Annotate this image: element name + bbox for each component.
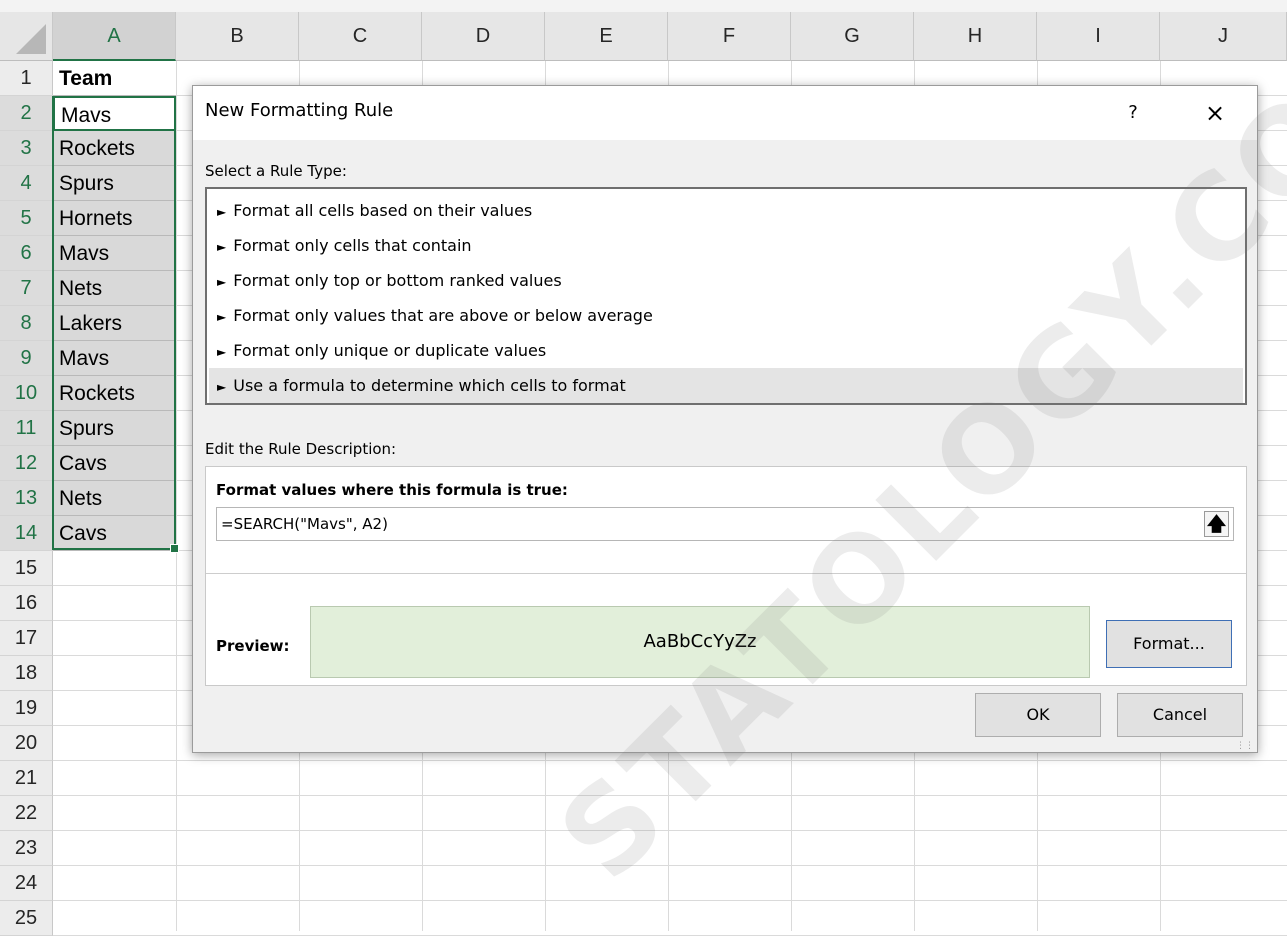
row-header[interactable]: 14 xyxy=(0,516,53,551)
triangle-right-icon: ► xyxy=(217,275,227,289)
preview-box: AaBbCcYyZz xyxy=(310,606,1090,678)
column-header-e[interactable]: E xyxy=(545,12,668,61)
close-button[interactable]: × xyxy=(1198,96,1232,130)
rule-type-label: Format only top or bottom ranked values xyxy=(233,271,562,290)
help-button[interactable]: ? xyxy=(1118,96,1148,130)
up-arrow-icon: 🡅 xyxy=(1206,513,1227,535)
row-gridline xyxy=(53,866,1287,901)
row-header[interactable]: 8 xyxy=(0,306,53,341)
column-header-b[interactable]: B xyxy=(176,12,299,61)
row-header[interactable]: 6 xyxy=(0,236,53,271)
select-all-corner[interactable] xyxy=(0,12,53,61)
cancel-button[interactable]: Cancel xyxy=(1117,693,1243,737)
edit-description-label: Edit the Rule Description: xyxy=(205,440,397,458)
column-a-cell[interactable]: Spurs xyxy=(53,166,176,201)
column-a-cell[interactable]: Rockets xyxy=(53,131,176,166)
row-header[interactable]: 1 xyxy=(0,61,53,96)
divider xyxy=(206,573,1246,574)
row-header[interactable]: 18 xyxy=(0,656,53,691)
column-a-cell[interactable]: Mavs xyxy=(53,341,176,376)
resize-grip-icon[interactable]: ⋮⋮ xyxy=(1236,742,1254,751)
select-all-triangle-icon xyxy=(16,24,46,54)
column-header-h[interactable]: H xyxy=(914,12,1037,61)
row-header[interactable]: 2 xyxy=(0,96,53,131)
row-header[interactable]: 9 xyxy=(0,341,53,376)
column-a-cell[interactable]: Hornets xyxy=(53,201,176,236)
column-a-header-cell[interactable]: Team xyxy=(53,61,176,96)
dialog-title-bar: New Formatting Rule ? × xyxy=(193,86,1257,140)
close-icon: × xyxy=(1204,99,1226,127)
row-header[interactable]: 17 xyxy=(0,621,53,656)
row-header[interactable]: 7 xyxy=(0,271,53,306)
column-a-cell[interactable]: Rockets xyxy=(53,376,176,411)
dialog-title: New Formatting Rule xyxy=(205,100,394,121)
row-gridline xyxy=(53,831,1287,866)
row-header[interactable]: 12 xyxy=(0,446,53,481)
rule-type-item[interactable]: ► Format only top or bottom ranked values xyxy=(209,263,1243,298)
rule-type-item[interactable]: ► Format all cells based on their values xyxy=(209,193,1243,228)
formula-label: Format values where this formula is true… xyxy=(216,481,568,499)
rule-type-item[interactable]: ► Format only cells that contain xyxy=(209,228,1243,263)
column-a-cell[interactable]: Nets xyxy=(53,481,176,516)
format-button[interactable]: Format... xyxy=(1106,620,1232,668)
row-gridline xyxy=(53,796,1287,831)
rule-type-label: Format only unique or duplicate values xyxy=(233,341,547,360)
column-a-cell[interactable]: Cavs xyxy=(53,516,176,551)
row-header[interactable]: 16 xyxy=(0,586,53,621)
column-a-cell[interactable]: Nets xyxy=(53,271,176,306)
row-header[interactable]: 5 xyxy=(0,201,53,236)
column-header-i[interactable]: I xyxy=(1037,12,1160,61)
triangle-right-icon: ► xyxy=(217,240,227,254)
rule-type-list[interactable]: ► Format all cells based on their values … xyxy=(205,187,1247,405)
row-header[interactable]: 20 xyxy=(0,726,53,761)
column-a-cell[interactable]: Spurs xyxy=(53,411,176,446)
column-header-f[interactable]: F xyxy=(668,12,791,61)
preview-label: Preview: xyxy=(216,637,290,655)
column-header-c[interactable]: C xyxy=(299,12,422,61)
rule-type-item[interactable]: ► Format only values that are above or be… xyxy=(209,298,1243,333)
rule-type-label: Use a formula to determine which cells t… xyxy=(233,376,626,395)
ok-button[interactable]: OK xyxy=(975,693,1101,737)
rule-type-item-selected[interactable]: ► Use a formula to determine which cells … xyxy=(209,368,1243,403)
triangle-right-icon: ► xyxy=(217,310,227,324)
row-header[interactable]: 23 xyxy=(0,831,53,866)
column-header-j[interactable]: J xyxy=(1160,12,1287,61)
rule-type-label: Format only cells that contain xyxy=(233,236,472,255)
preview-text: AaBbCcYyZz xyxy=(643,631,757,652)
rule-type-label: Format only values that are above or bel… xyxy=(233,306,653,325)
column-header-d[interactable]: D xyxy=(422,12,545,61)
triangle-right-icon: ► xyxy=(217,205,227,219)
column-header-g[interactable]: G xyxy=(791,12,914,61)
row-gridline xyxy=(53,761,1287,796)
collapse-dialog-button[interactable]: 🡅 xyxy=(1204,511,1229,537)
select-rule-type-label: Select a Rule Type: xyxy=(205,162,347,180)
rule-type-item[interactable]: ► Format only unique or duplicate values xyxy=(209,333,1243,368)
row-header[interactable]: 3 xyxy=(0,131,53,166)
column-header-a[interactable]: A xyxy=(53,12,176,61)
row-header[interactable]: 15 xyxy=(0,551,53,586)
column-a-cell[interactable]: Lakers xyxy=(53,306,176,341)
formula-input[interactable]: =SEARCH("Mavs", A2) 🡅 xyxy=(216,507,1234,541)
column-a-cell[interactable]: Mavs xyxy=(53,96,176,131)
rule-description-panel: Format values where this formula is true… xyxy=(205,466,1247,686)
row-header[interactable]: 11 xyxy=(0,411,53,446)
row-header[interactable]: 21 xyxy=(0,761,53,796)
row-header[interactable]: 10 xyxy=(0,376,53,411)
row-header[interactable]: 19 xyxy=(0,691,53,726)
triangle-right-icon: ► xyxy=(217,345,227,359)
row-header[interactable]: 24 xyxy=(0,866,53,901)
new-formatting-rule-dialog: New Formatting Rule ? × Select a Rule Ty… xyxy=(192,85,1258,753)
column-a-cell[interactable]: Cavs xyxy=(53,446,176,481)
column-a-cell[interactable]: Mavs xyxy=(53,236,176,271)
formula-text: =SEARCH("Mavs", A2) xyxy=(221,515,388,533)
row-header[interactable]: 4 xyxy=(0,166,53,201)
row-header[interactable]: 22 xyxy=(0,796,53,831)
triangle-right-icon: ► xyxy=(217,380,227,394)
row-header[interactable]: 13 xyxy=(0,481,53,516)
rule-type-label: Format all cells based on their values xyxy=(233,201,533,220)
